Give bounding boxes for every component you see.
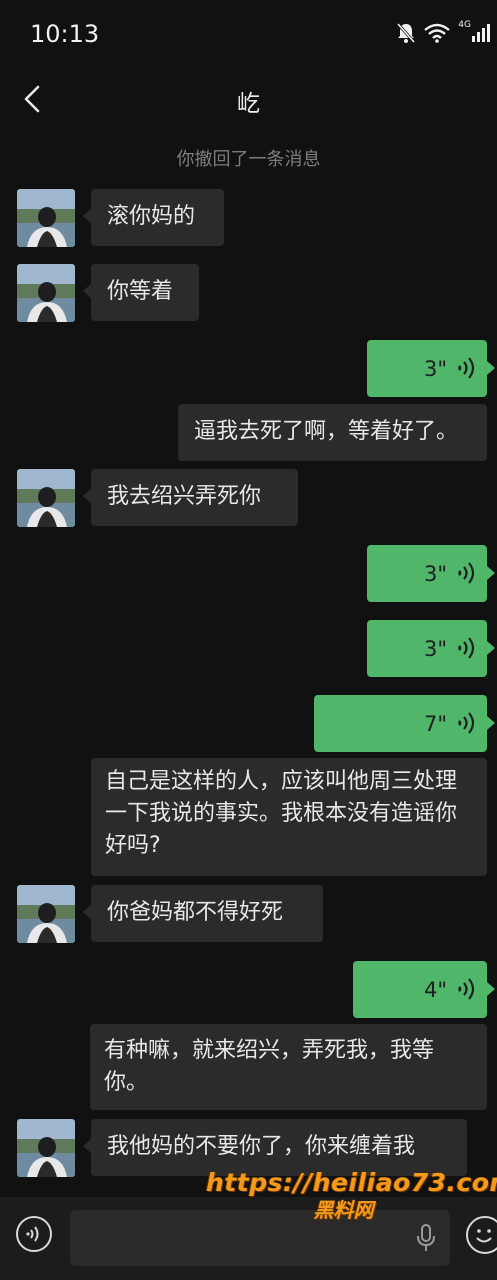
message-text: 逼我去死了啊，等着好了。 xyxy=(194,419,459,444)
contact-avatar[interactable] xyxy=(17,1119,75,1177)
message-bubble[interactable]: 你等着 xyxy=(83,264,199,321)
message-text: 自己是这样的人，应该叫他周三处理一下我说的事实。我根本没有造谣你好吗? xyxy=(105,769,458,858)
status-bar: 10:13 4G xyxy=(0,0,497,70)
voice-message[interactable]: 3" xyxy=(367,340,495,397)
voice-message[interactable]: 3" xyxy=(367,620,495,677)
message-text: 有种嘛，就来绍兴，弄死我，我等你。 xyxy=(104,1038,435,1095)
avatar-image xyxy=(17,1119,75,1177)
voice-duration: 4" xyxy=(423,978,447,1002)
message-text: 你爸妈都不得好死 xyxy=(107,900,284,925)
message-text: 你等着 xyxy=(107,279,174,304)
voice-mode-icon xyxy=(26,1226,39,1242)
signal-icon xyxy=(472,24,490,42)
contact-avatar[interactable] xyxy=(17,469,75,527)
contact-avatar[interactable] xyxy=(17,189,75,247)
emoji-icon xyxy=(476,1229,492,1243)
voice-wave-icon xyxy=(458,978,475,1000)
avatar-image xyxy=(17,469,75,527)
watermark: https://heiliao73.com 黑料网 xyxy=(206,1168,497,1222)
voice-message[interactable]: 7" xyxy=(314,695,495,752)
voice-duration: 3" xyxy=(423,562,447,586)
voice-duration: 3" xyxy=(423,357,447,381)
message-bubble[interactable]: 逼我去死了啊，等着好了。 xyxy=(178,404,487,461)
avatar-image xyxy=(17,264,75,322)
status-time: 10:13 xyxy=(30,20,100,48)
message-text: 滚你妈的 xyxy=(107,204,196,229)
message-bubble[interactable]: 滚你妈的 xyxy=(83,189,224,246)
voice-wave-icon xyxy=(458,357,475,379)
voice-duration: 3" xyxy=(423,637,447,661)
avatar-image xyxy=(17,885,75,943)
watermark-url: https://heiliao73.com xyxy=(206,1168,497,1197)
contact-avatar[interactable] xyxy=(17,264,75,322)
watermark-name: 黑料网 xyxy=(313,1198,374,1222)
chat-header: 屹 xyxy=(0,70,497,130)
avatar-image xyxy=(17,189,75,247)
voice-wave-icon xyxy=(458,637,475,659)
network-type: 4G xyxy=(458,20,471,30)
message-bubble[interactable]: 自己是这样的人，应该叫他周三处理一下我说的事实。我根本没有造谣你好吗? xyxy=(91,758,487,876)
microphone-icon[interactable] xyxy=(416,1223,436,1253)
wifi-icon xyxy=(424,23,451,43)
bell-off-icon xyxy=(397,23,416,43)
recall-notice: 你撤回了一条消息 xyxy=(176,149,321,170)
voice-message[interactable]: 3" xyxy=(367,545,495,602)
contact-avatar[interactable] xyxy=(17,885,75,943)
message-bubble[interactable]: 我去绍兴弄死你 xyxy=(83,469,298,526)
chat-title: 屹 xyxy=(237,91,260,117)
message-bubble[interactable]: 有种嘛，就来绍兴，弄死我，我等你。 xyxy=(90,1024,487,1110)
message-text: 我去绍兴弄死你 xyxy=(107,484,262,509)
message-bubble[interactable]: 你爸妈都不得好死 xyxy=(83,885,323,942)
status-icons: 4G xyxy=(396,20,491,44)
voice-wave-icon xyxy=(458,712,475,734)
voice-message[interactable]: 4" xyxy=(353,961,495,1018)
message-text: 我他妈的不要你了，你来缠着我 xyxy=(107,1134,416,1159)
voice-duration: 7" xyxy=(423,712,447,736)
voice-mode-button[interactable] xyxy=(16,1216,52,1252)
voice-wave-icon xyxy=(458,562,475,584)
